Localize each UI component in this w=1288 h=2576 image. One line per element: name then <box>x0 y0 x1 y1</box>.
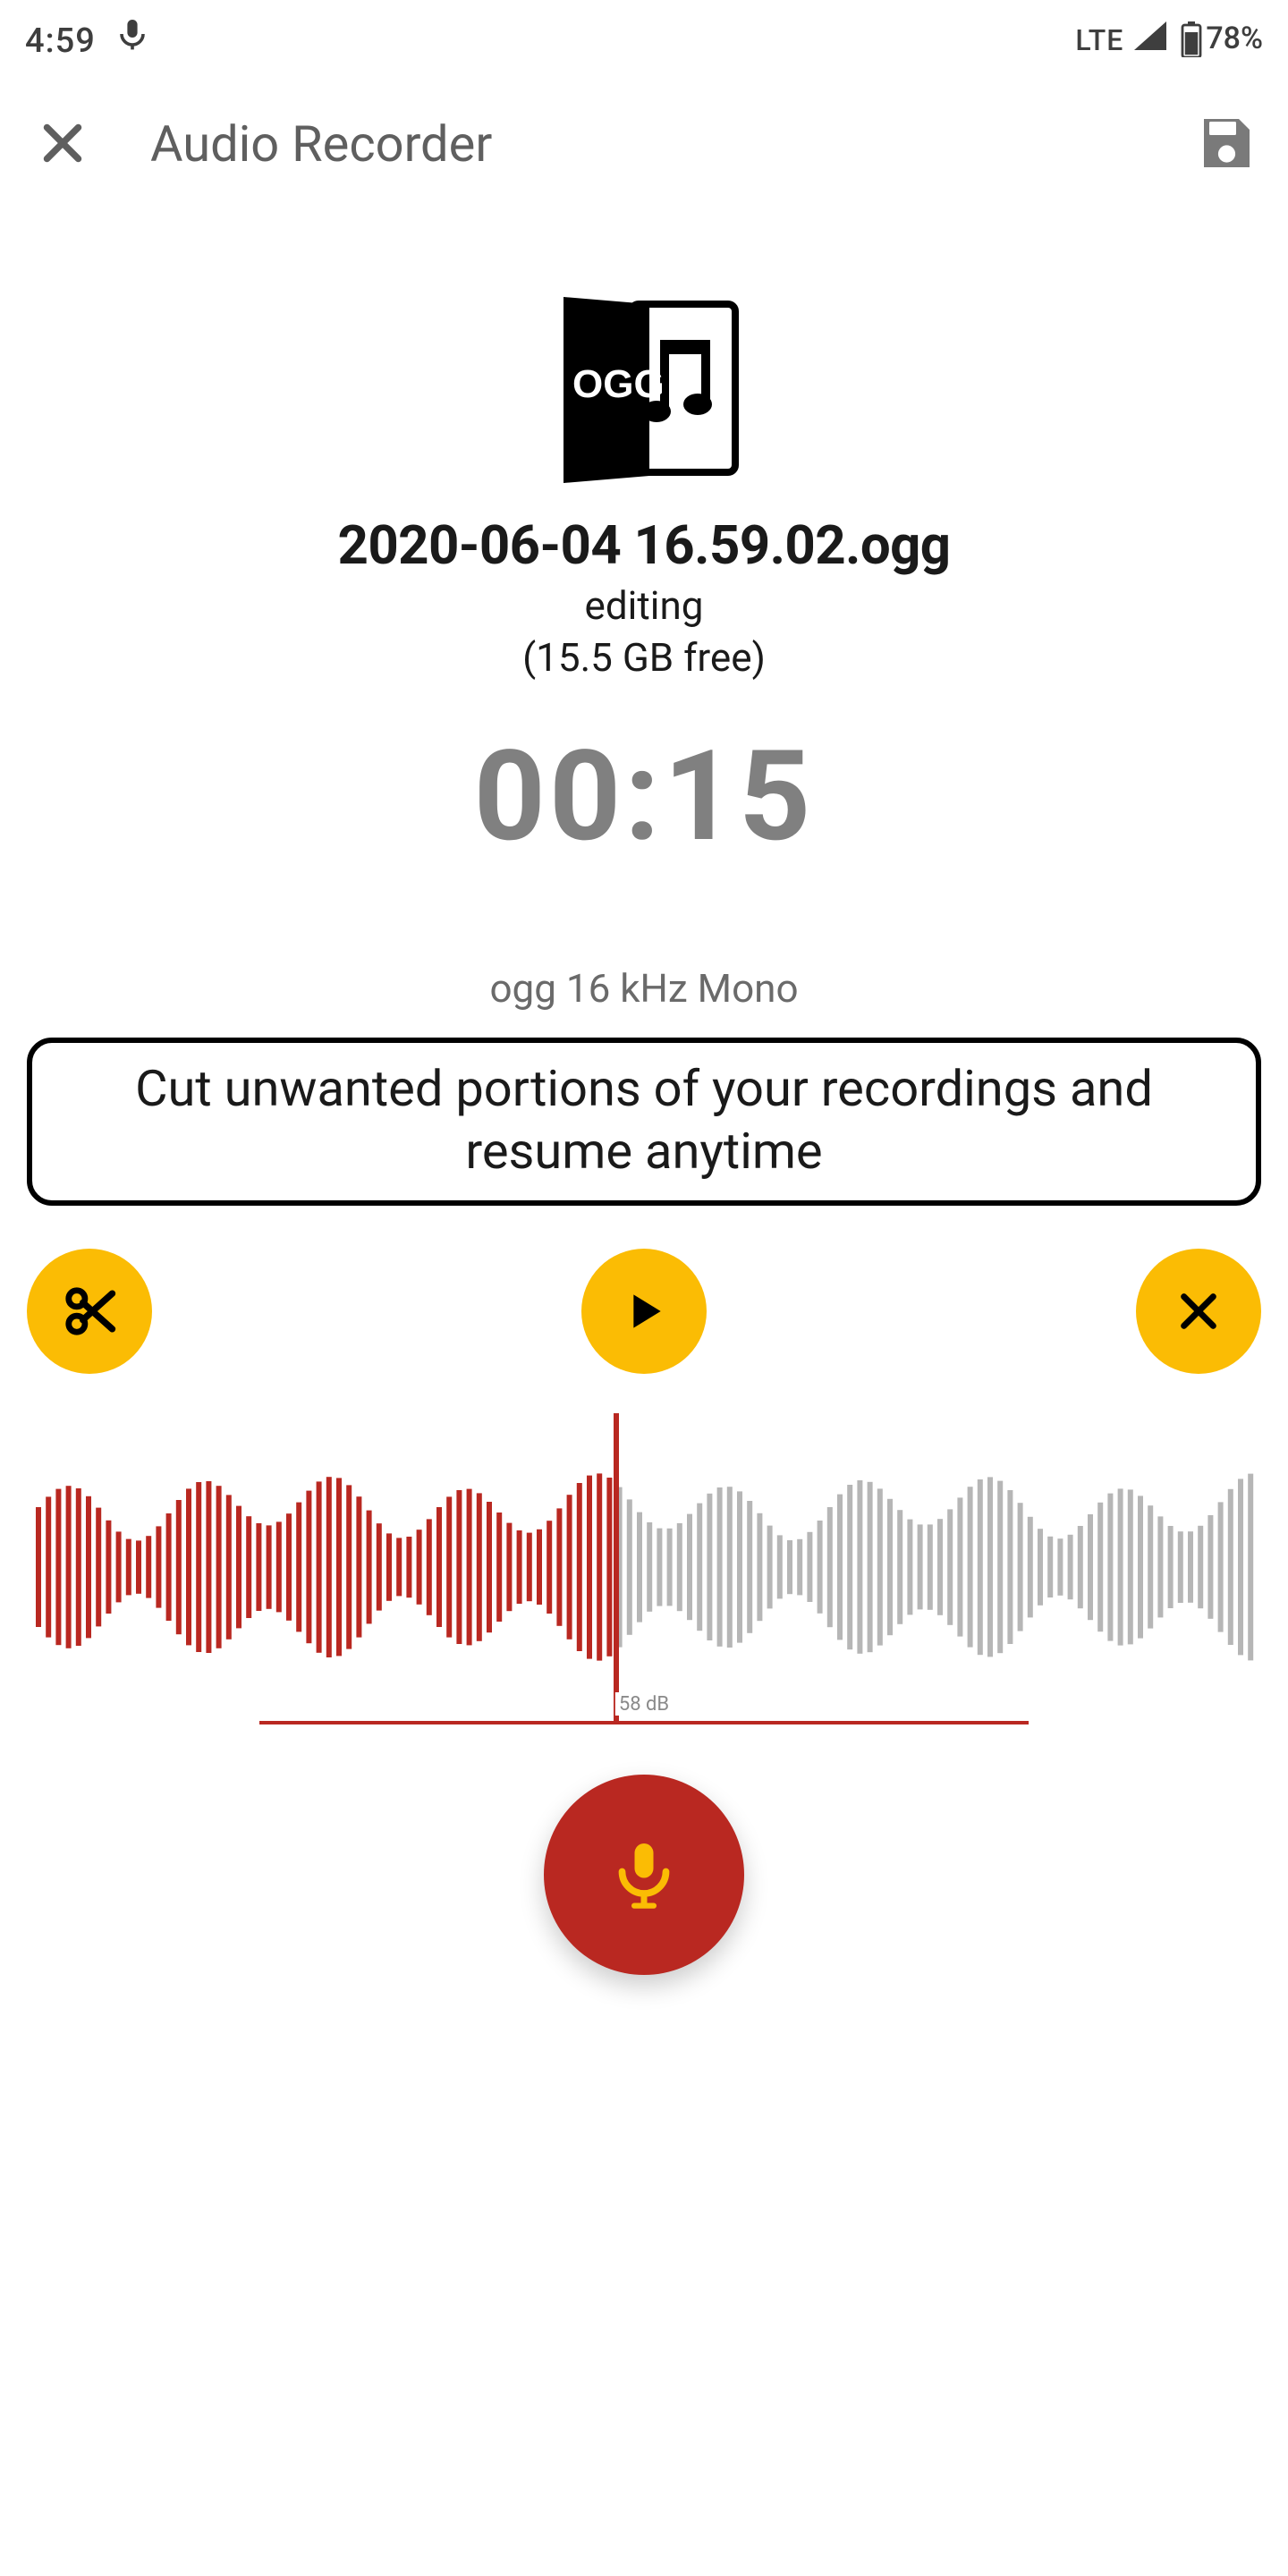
file-status: editing <box>585 585 704 630</box>
waveform[interactable] <box>29 1424 1259 1710</box>
waveform-svg <box>29 1424 1259 1710</box>
play-icon <box>619 1286 669 1336</box>
format-info: ogg 16 kHz Mono <box>489 968 798 1013</box>
signal-icon <box>1134 21 1166 58</box>
record-button[interactable] <box>544 1775 744 1975</box>
close-icon <box>1174 1286 1224 1336</box>
db-label: 58 dB <box>615 1692 673 1716</box>
scissors-icon <box>59 1281 120 1342</box>
cancel-button[interactable] <box>1136 1249 1261 1374</box>
file-name: 2020-06-04 16.59.02.ogg <box>338 515 951 578</box>
status-left: 4:59 <box>25 19 146 60</box>
tip-box: Cut unwanted portions of your recordings… <box>27 1038 1261 1206</box>
close-icon <box>36 116 89 170</box>
app-bar: Audio Recorder <box>0 79 1288 208</box>
app-title: Audio Recorder <box>150 114 1138 173</box>
main-content: OGG 2020-06-04 16.59.02.ogg editing (15.… <box>0 208 1288 2576</box>
save-floppy-icon <box>1193 111 1258 175</box>
record-button-wrap <box>544 1775 744 1975</box>
free-space: (15.5 GB free) <box>522 637 766 682</box>
status-time: 4:59 <box>25 19 96 60</box>
cut-button[interactable] <box>27 1249 152 1374</box>
save-button[interactable] <box>1188 106 1263 181</box>
svg-text:OGG: OGG <box>572 362 665 406</box>
playhead[interactable] <box>614 1413 619 1721</box>
file-format-icon: OGG <box>538 290 750 490</box>
status-right: LTE 78% <box>1075 21 1263 58</box>
microphone-icon <box>606 1837 682 1912</box>
mic-status-icon <box>121 19 146 60</box>
edit-controls-row <box>27 1249 1261 1374</box>
close-button[interactable] <box>25 106 100 181</box>
play-button[interactable] <box>581 1249 707 1374</box>
timer: 00:15 <box>474 724 815 871</box>
battery-percent: 78% <box>1206 21 1263 57</box>
status-bar: 4:59 LTE 78% <box>0 0 1288 79</box>
network-label: LTE <box>1075 22 1123 56</box>
waveform-axis: 58 dB <box>259 1721 1029 1724</box>
battery-icon: 78% <box>1181 21 1263 57</box>
